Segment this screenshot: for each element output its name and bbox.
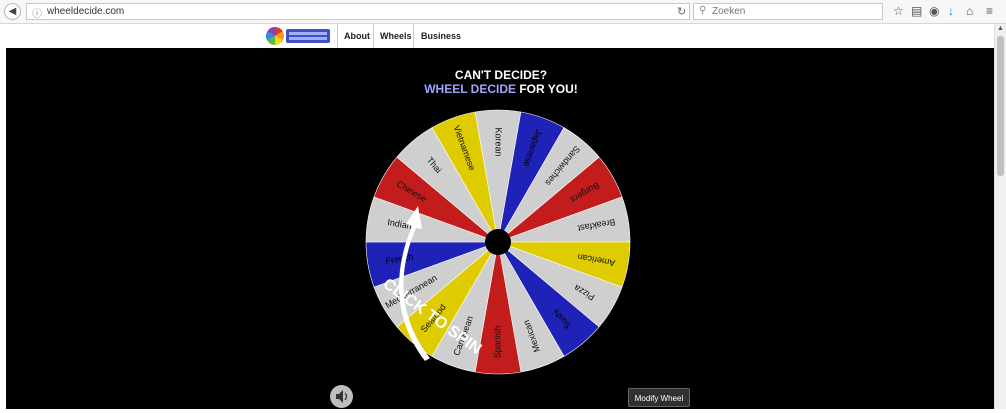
nav-link-business[interactable]: Business — [421, 31, 461, 41]
search-icon: ⚲ — [699, 5, 707, 16]
heading-cant-decide: CAN'T DECIDE? — [454, 68, 548, 82]
heading-tagline: WHEEL DECIDE FOR YOU! — [396, 82, 606, 96]
site-nav: About Wheels Business — [0, 24, 994, 48]
wheel-segment-label: Korean — [494, 127, 504, 156]
clipboard-icon[interactable]: ▤ — [911, 4, 922, 18]
main-content: CAN'T DECIDE? WHEEL DECIDE FOR YOU! Kore… — [6, 48, 994, 409]
modify-wheel-button[interactable]: Modify Wheel — [628, 388, 690, 407]
nav-link-about[interactable]: About — [344, 31, 370, 41]
speaker-icon — [336, 390, 348, 403]
address-bar[interactable]: ⓘ wheeldecide.com ↻ — [26, 3, 690, 20]
reload-icon[interactable]: ↻ — [677, 5, 686, 18]
nav-separator — [413, 24, 414, 48]
sound-toggle-button[interactable] — [330, 385, 353, 408]
nav-separator — [373, 24, 374, 48]
download-icon[interactable]: ↓ — [948, 4, 954, 18]
heading-rest: FOR YOU! — [516, 82, 578, 96]
bookmark-star-icon[interactable]: ☆ — [893, 4, 904, 18]
search-input[interactable] — [712, 5, 872, 18]
nav-link-wheels[interactable]: Wheels — [380, 31, 412, 41]
page-scrollbar[interactable]: ▲ — [994, 24, 1006, 409]
spin-wheel[interactable]: Korean Japanese SandwichesBurgersBreakfast… — [362, 106, 634, 378]
browser-toolbar: ◀ ⓘ wheeldecide.com ↻ ⚲ ☆ ▤ ◉ ↓ ⌂ ≡ — [0, 0, 1006, 24]
search-bar[interactable]: ⚲ — [693, 3, 883, 20]
pocket-icon[interactable]: ◉ — [929, 4, 939, 18]
menu-icon[interactable]: ≡ — [986, 4, 993, 18]
home-icon[interactable]: ⌂ — [966, 4, 973, 18]
wheel-segment-label: Spanish — [492, 326, 502, 359]
back-arrow-icon[interactable]: ◀ — [4, 3, 21, 20]
info-icon[interactable]: ⓘ — [32, 5, 42, 20]
heading-accent: WHEEL DECIDE — [424, 82, 516, 96]
scroll-thumb[interactable] — [997, 36, 1004, 176]
scroll-up-arrow-icon[interactable]: ▲ — [997, 25, 1004, 32]
url-text[interactable]: wheeldecide.com — [47, 6, 124, 17]
nav-separator — [337, 24, 338, 48]
site-logo[interactable] — [265, 26, 331, 46]
wheel-hub[interactable] — [485, 229, 511, 255]
